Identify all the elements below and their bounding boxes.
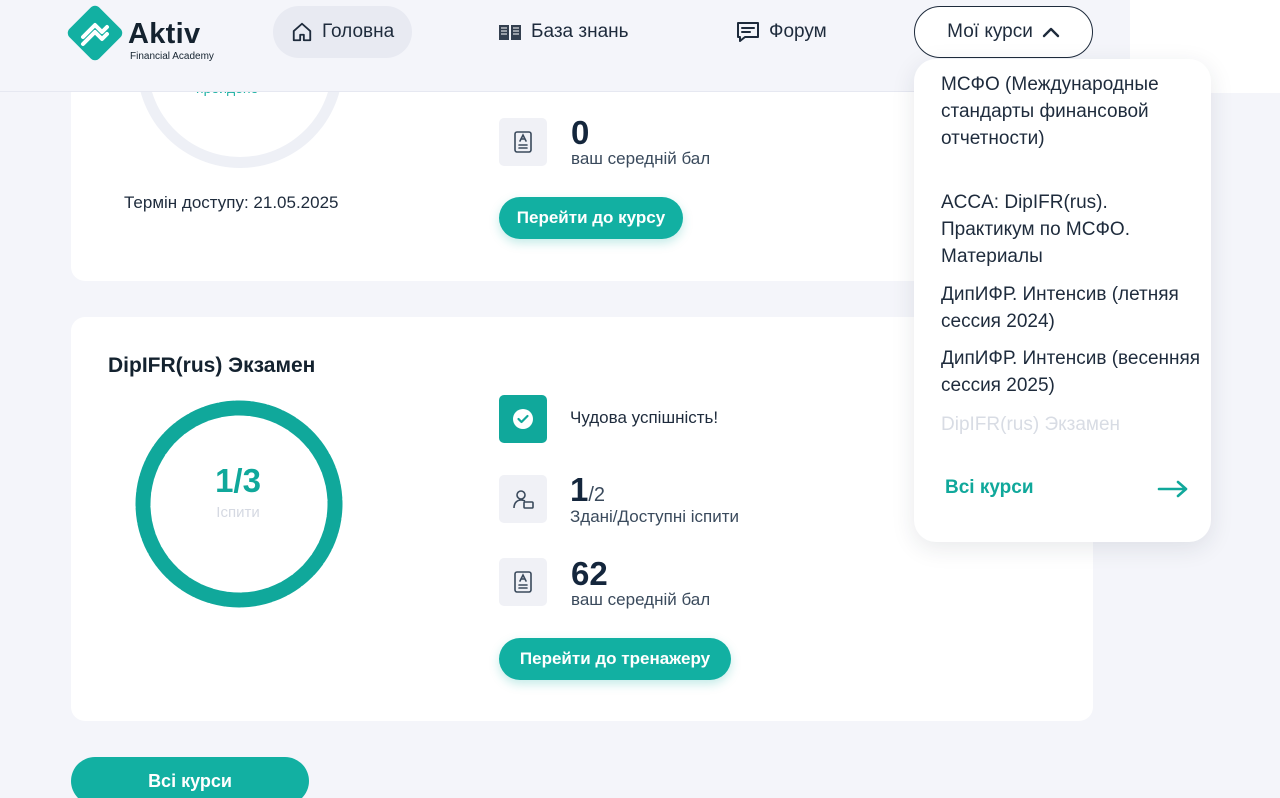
document-icon — [514, 131, 532, 153]
dropdown-item-intensive-summer[interactable]: ДипИФР. Интенсив (летняя сессия 2024) — [941, 281, 1201, 335]
chat-icon — [737, 22, 759, 42]
document-icon — [514, 571, 532, 593]
nav-my-courses-label: Мої курси — [947, 21, 1033, 42]
go-to-course-button[interactable]: Перейти до курсу — [499, 197, 683, 239]
check-circle-icon — [513, 409, 533, 429]
user-certificate-icon — [513, 490, 534, 509]
dropdown-all-courses-link[interactable]: Всі курси — [945, 477, 1034, 499]
average-score-label-2: ваш середній бал — [571, 590, 711, 609]
passed-exams-count: 1 — [570, 471, 589, 508]
available-exams-count: /2 — [588, 484, 606, 506]
passed-exams-value: 1/2 — [570, 471, 605, 509]
score-stat-icon-box — [499, 118, 547, 166]
dropdown-item-intensive-spring[interactable]: ДипИФР. Интенсив (весенняя сессия 2025) — [941, 345, 1201, 399]
nav-forum[interactable]: Форум — [718, 6, 845, 58]
book-icon — [499, 25, 521, 40]
exam-ring-label: Іспити — [216, 504, 260, 521]
logo-mark-icon — [67, 5, 123, 61]
nav-my-courses[interactable]: Мої курси — [914, 6, 1093, 58]
average-score-value: 0 — [571, 114, 590, 151]
home-icon — [292, 22, 312, 42]
nav-forum-label: Форум — [769, 21, 827, 42]
go-to-trainer-button[interactable]: Перейти до тренажеру — [499, 638, 731, 680]
logo-subtitle: Financial Academy — [130, 51, 214, 62]
nav-knowledge-base[interactable]: База знань — [480, 6, 647, 58]
logo-name: Aktiv — [128, 18, 201, 50]
dropdown-item-ifrs[interactable]: МСФО (Международные стандарты финансовой… — [941, 71, 1201, 152]
score-stat-icon-box-2 — [499, 558, 547, 606]
all-courses-button[interactable]: Всі курси — [71, 757, 309, 798]
logo[interactable]: Aktiv Financial Academy — [66, 4, 236, 64]
access-term: Термін доступу: 21.05.2025 — [124, 193, 339, 212]
exam-ring-value: 1/3 — [215, 462, 261, 499]
nav-home-label: Головна — [322, 21, 395, 42]
dropdown-item-acca-dipifr[interactable]: ACCA: DipIFR(rus). Практикум по МСФО. Ма… — [941, 189, 1201, 270]
chevron-up-icon — [1042, 27, 1060, 38]
average-score-label: ваш середній бал — [571, 149, 711, 168]
exams-stat-icon-box — [499, 475, 547, 523]
nav-home[interactable]: Головна — [273, 6, 413, 58]
arrow-right-icon[interactable] — [1157, 479, 1189, 499]
nav-knowledge-base-label: База знань — [531, 21, 629, 42]
my-courses-dropdown: МСФО (Международные стандарты финансовой… — [914, 59, 1211, 542]
average-score-value-2: 62 — [571, 555, 608, 592]
dropdown-item-dipifr-exam[interactable]: DipIFR(rus) Экзамен — [941, 411, 1201, 438]
course-title: DipIFR(rus) Экзамен — [108, 354, 316, 377]
passed-exams-label: Здані/Доступні іспити — [570, 507, 740, 526]
success-message: Чудова успішність! — [570, 408, 719, 427]
success-icon-box — [499, 395, 547, 443]
